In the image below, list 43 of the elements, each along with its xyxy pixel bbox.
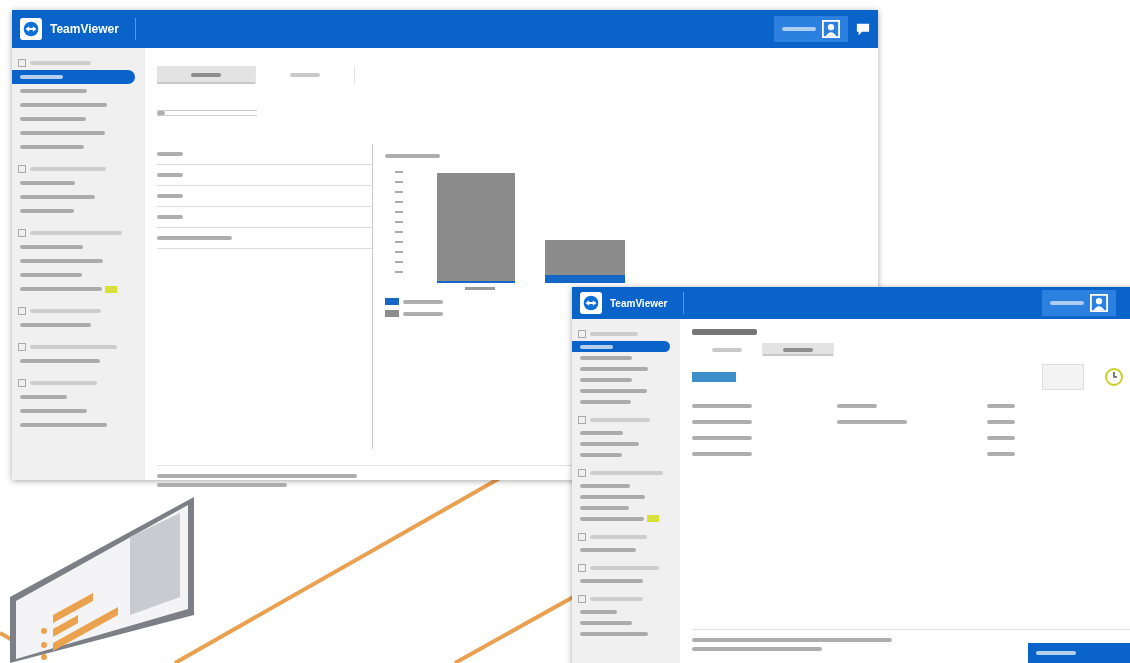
- section-icon: [578, 595, 586, 603]
- action-button[interactable]: [692, 372, 736, 382]
- dropdown-field[interactable]: [157, 110, 257, 116]
- brand-name: TeamViewer: [50, 22, 119, 36]
- section-icon: [578, 469, 586, 477]
- blurred-text: [590, 535, 647, 539]
- clock-icon[interactable]: [1104, 367, 1124, 387]
- section-icon: [18, 343, 26, 351]
- blurred-text: [385, 154, 440, 158]
- section-icon: [18, 59, 26, 67]
- account-button[interactable]: [774, 16, 848, 42]
- tab[interactable]: [157, 66, 256, 84]
- blurred-text: [590, 418, 651, 422]
- section-icon: [578, 416, 586, 424]
- section-icon: [18, 229, 26, 237]
- section-icon: [18, 379, 26, 387]
- blurred-text: [590, 566, 660, 570]
- chat-icon[interactable]: [856, 22, 870, 36]
- blurred-text: [590, 332, 638, 336]
- legend-swatch: [385, 310, 399, 317]
- blurred-text: [30, 61, 91, 65]
- section-icon: [578, 533, 586, 541]
- info-card: [1042, 364, 1084, 390]
- chat-button[interactable]: [1028, 643, 1130, 663]
- section-icon: [578, 330, 586, 338]
- blurred-text: [30, 381, 97, 385]
- blurred-text: [590, 597, 643, 601]
- blurred-text: [30, 309, 102, 313]
- blurred-text: [692, 329, 757, 335]
- section-icon: [578, 564, 586, 572]
- user-icon: [1090, 294, 1108, 312]
- logo-icon: [20, 18, 42, 40]
- logo-icon: [580, 292, 602, 314]
- user-icon: [822, 20, 840, 38]
- section-icon: [18, 307, 26, 315]
- tab[interactable]: [763, 343, 834, 356]
- nav-item[interactable]: [572, 341, 670, 352]
- section-icon: [18, 165, 26, 173]
- brand-name: TeamViewer: [610, 297, 668, 309]
- axis-label: [465, 287, 495, 290]
- nav-item[interactable]: [12, 70, 135, 84]
- account-button[interactable]: [1042, 290, 1116, 316]
- legend-swatch: [385, 298, 399, 305]
